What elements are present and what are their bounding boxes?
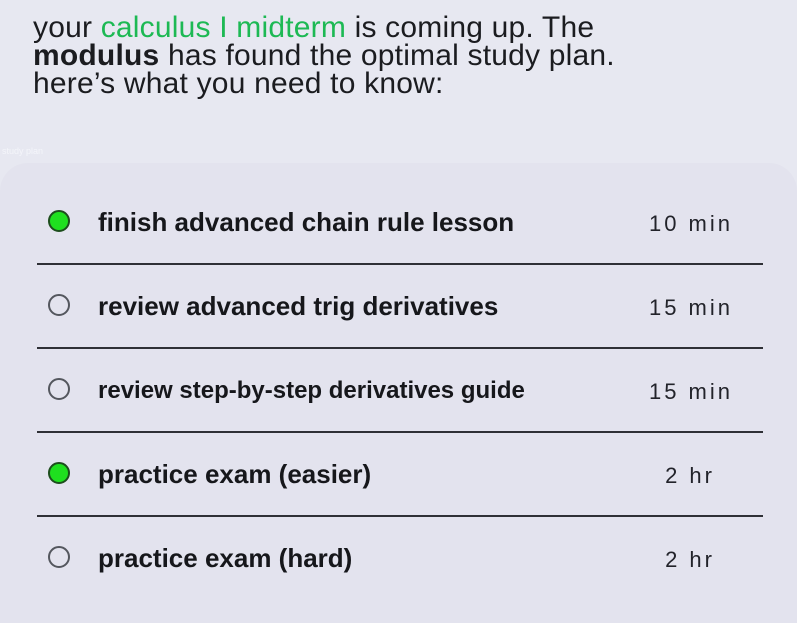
task-label: finish advanced chain rule lesson <box>98 207 515 237</box>
task-label: review step-by-step derivatives guide <box>98 377 525 404</box>
task-duration: 15 min <box>648 295 733 320</box>
checkbox-circle-icon[interactable] <box>48 546 70 568</box>
task-label: practice exam (hard) <box>98 543 353 573</box>
section-tag: study plan <box>2 146 44 156</box>
study-plan-card: finish advanced chain rule lesson 10 min… <box>0 163 797 623</box>
intro-line-3: here’s what you need to know: <box>33 67 444 100</box>
checkbox-circle-icon[interactable] <box>48 210 70 232</box>
task-duration: 15 min <box>648 379 733 404</box>
study-plan-list: finish advanced chain rule lesson 10 min… <box>37 181 763 601</box>
task-label: practice exam (easier) <box>98 459 372 489</box>
plan-item-practice-exam-hard[interactable]: practice exam (hard) 2 hr <box>37 517 763 601</box>
plan-item-chain-rule[interactable]: finish advanced chain rule lesson 10 min <box>37 181 763 265</box>
checkbox-circle-icon[interactable] <box>48 378 70 400</box>
task-label: review advanced trig derivatives <box>98 291 499 321</box>
task-duration: 2 hr <box>665 547 715 572</box>
plan-item-practice-exam-easier[interactable]: practice exam (easier) 2 hr <box>37 433 763 517</box>
plan-item-derivatives-guide[interactable]: review step-by-step derivatives guide 15… <box>37 349 763 433</box>
task-duration: 2 hr <box>665 463 715 488</box>
intro-line-1: your calculus I midterm is coming up. Th… <box>33 13 773 43</box>
task-duration: 10 min <box>648 211 733 236</box>
checkbox-circle-icon[interactable] <box>48 462 70 484</box>
checkbox-circle-icon[interactable] <box>48 294 70 316</box>
plan-item-trig-derivatives[interactable]: review advanced trig derivatives 15 min <box>37 265 763 349</box>
intro-line-2: modulus has found the optimal study plan… <box>33 41 773 71</box>
intro-heading: your calculus I midterm is coming up. Th… <box>33 13 773 100</box>
